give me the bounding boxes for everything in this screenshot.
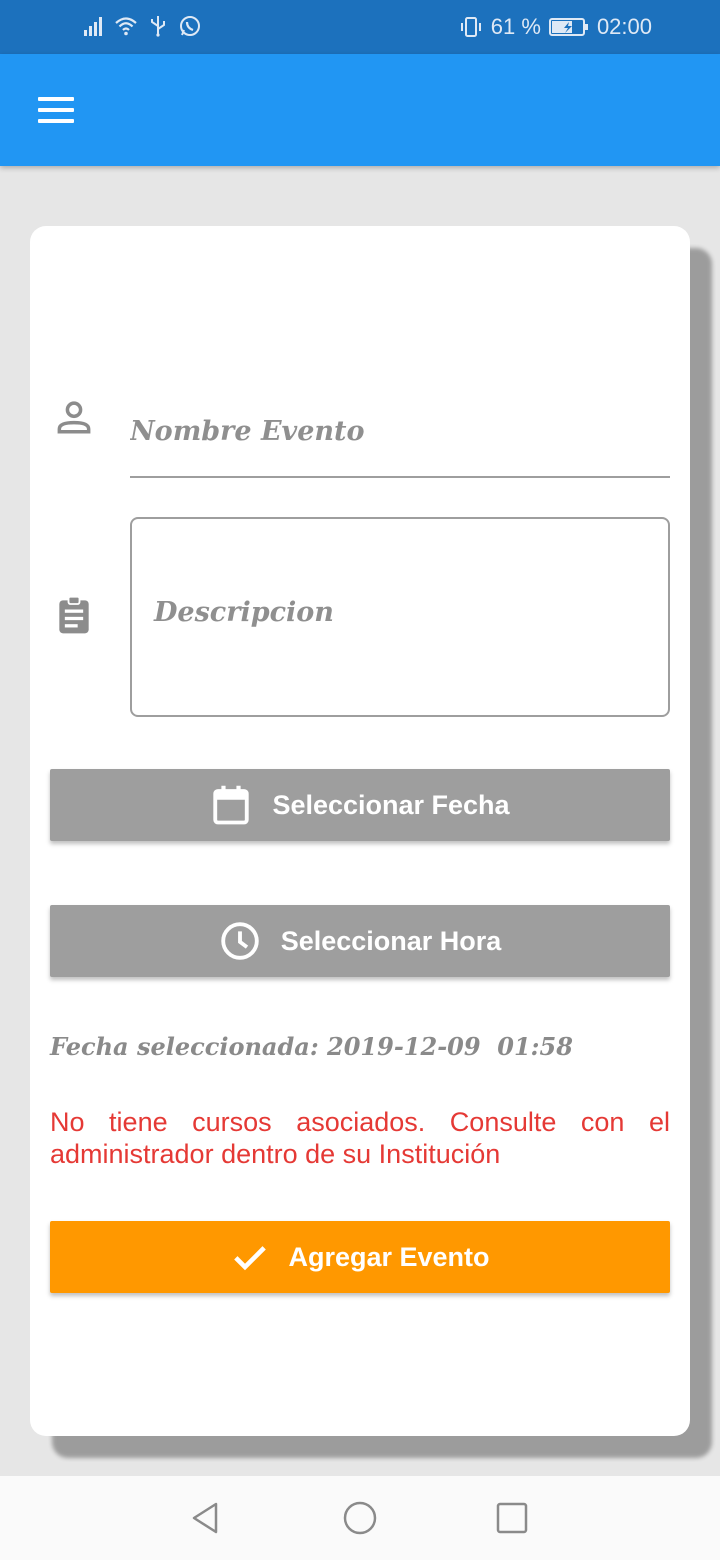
clock: 02:00 — [596, 14, 652, 39]
hamburger-menu-icon[interactable] — [26, 84, 86, 136]
add-event-button[interactable]: Agregar Evento — [50, 1221, 670, 1293]
error-message: No tiene cursos asociados. Consulte con … — [50, 1107, 670, 1169]
checkmark-icon — [234, 1246, 267, 1271]
status-bar: 61 % 02:00 — [0, 0, 720, 54]
usb-icon — [151, 16, 165, 37]
status-icons-left — [82, 14, 202, 38]
clipboard-icon — [59, 595, 89, 634]
selected-date-text: Fecha seleccionada: 2019-12-09 01:58 — [50, 1032, 573, 1061]
back-icon[interactable] — [186, 1498, 226, 1538]
wifi-icon — [115, 17, 137, 36]
select-date-label: Seleccionar Fecha — [272, 789, 510, 820]
event-name-input[interactable] — [130, 386, 670, 478]
select-date-button[interactable]: Seleccionar Fecha — [50, 769, 670, 841]
calendar-icon — [213, 785, 250, 825]
status-icons-right: 61 % 02:00 — [459, 14, 652, 40]
app-bar — [0, 54, 720, 166]
navigation-bar — [0, 1476, 720, 1560]
event-form-card: Seleccionar Fecha Seleccionar Hora Fecha… — [30, 226, 690, 1436]
person-icon — [57, 401, 91, 434]
event-description-input[interactable] — [130, 517, 670, 717]
clock-icon — [220, 922, 259, 960]
recents-icon[interactable] — [492, 1498, 532, 1538]
battery-percentage: 61 % — [490, 14, 541, 39]
whatsapp-icon — [180, 16, 200, 36]
vibrate-icon — [460, 17, 481, 37]
battery-charging-icon — [548, 18, 588, 36]
select-time-button[interactable]: Seleccionar Hora — [50, 905, 670, 977]
signal-icon — [84, 17, 102, 36]
home-icon[interactable] — [340, 1498, 380, 1538]
add-event-label: Agregar Evento — [288, 1241, 490, 1272]
select-time-label: Seleccionar Hora — [280, 925, 502, 956]
